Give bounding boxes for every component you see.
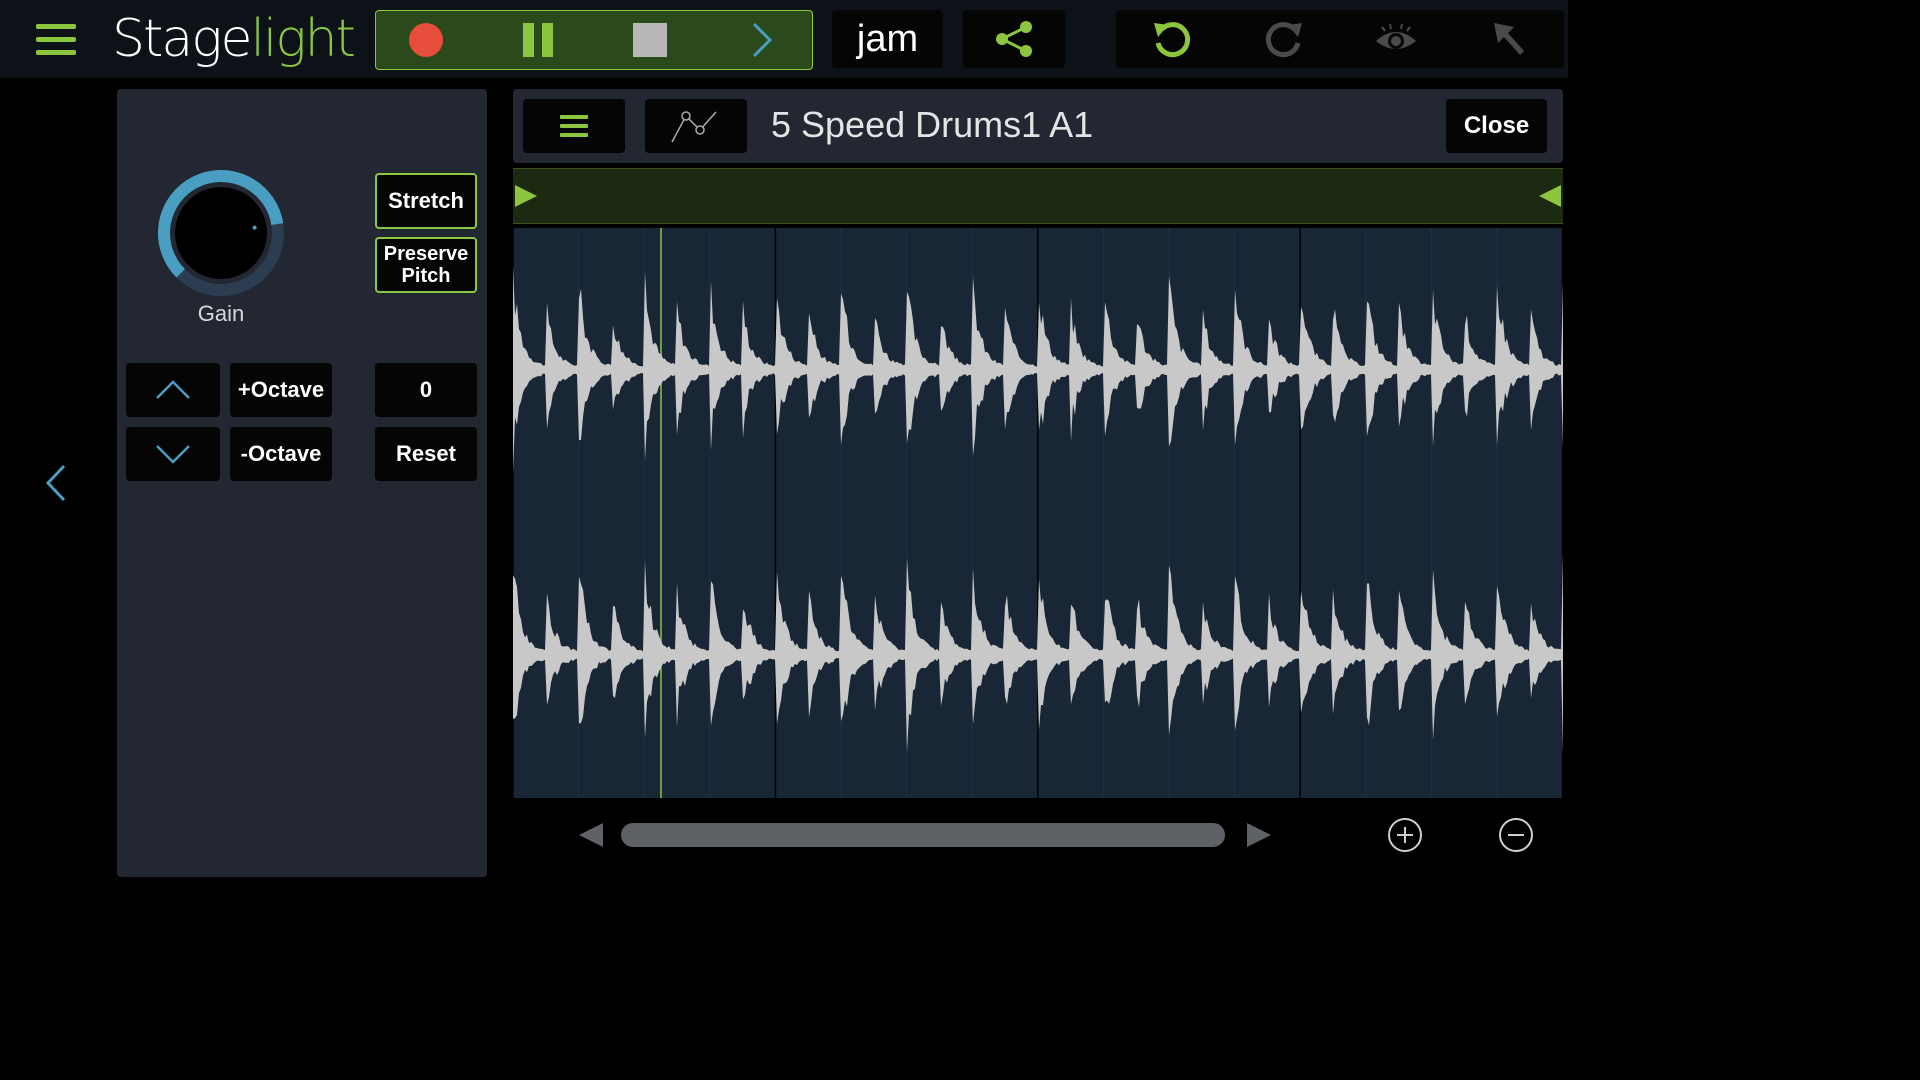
zoom-in-icon: [1388, 818, 1422, 852]
menu-icon: [36, 24, 76, 55]
loop-region-bar[interactable]: [513, 168, 1563, 224]
edit-tools: [1116, 10, 1564, 68]
menu-icon: [560, 115, 588, 137]
clip-editor-header: 5 Speed Drums1 A1 Close: [513, 89, 1563, 163]
jam-button[interactable]: jam: [832, 10, 943, 68]
collapse-panel-button[interactable]: [40, 460, 74, 506]
stop-icon: [633, 23, 667, 57]
horizontal-scrollbar-thumb[interactable]: [620, 823, 1226, 847]
loop-markers: [515, 185, 1561, 207]
pause-button[interactable]: [488, 11, 588, 69]
main-menu-button[interactable]: [30, 18, 82, 62]
select-tool-button[interactable]: [1452, 10, 1564, 68]
transport-controls: [375, 10, 813, 70]
eye-icon: [1376, 23, 1416, 49]
chevron-up-icon: [156, 380, 190, 399]
waveform-view[interactable]: [512, 228, 1564, 798]
clip-title: 5 Speed Drums1 A1: [771, 104, 1094, 145]
pitch-down-button[interactable]: [126, 427, 220, 481]
share-button[interactable]: [963, 10, 1065, 68]
chevron-right-icon: [752, 22, 773, 58]
plus-octave-button[interactable]: +Octave: [230, 363, 332, 417]
preserve-pitch-line2: Pitch: [401, 265, 451, 287]
zoom-out-button[interactable]: [1497, 816, 1535, 854]
stop-button[interactable]: [600, 11, 700, 69]
forward-button[interactable]: [712, 11, 812, 69]
zoom-in-button[interactable]: [1386, 816, 1424, 854]
record-icon: [409, 23, 443, 57]
view-button[interactable]: [1340, 10, 1452, 68]
minus-octave-button[interactable]: -Octave: [230, 427, 332, 481]
preserve-pitch-line1: Preserve: [383, 243, 469, 265]
app-logo: Stagelight: [112, 9, 356, 69]
cursor-arrow-icon: [1494, 23, 1524, 55]
chevron-down-icon: [156, 445, 190, 464]
redo-icon: [1265, 22, 1302, 58]
preserve-pitch-button[interactable]: Preserve Pitch: [375, 237, 477, 293]
gain-label: Gain: [197, 301, 245, 326]
triangle-left-icon: [579, 823, 603, 847]
waveform-svg: [512, 228, 1564, 798]
pitch-up-button[interactable]: [126, 363, 220, 417]
gain-knob-dial: [158, 170, 284, 296]
chevron-left-icon: [45, 464, 66, 502]
reset-pitch-button[interactable]: Reset: [375, 427, 477, 481]
close-editor-button[interactable]: Close: [1446, 99, 1547, 153]
gain-knob[interactable]: [157, 169, 285, 297]
clip-menu-button[interactable]: [523, 99, 625, 153]
scroll-left-button[interactable]: [577, 820, 605, 850]
redo-button[interactable]: [1228, 10, 1340, 68]
pitch-value-display: 0: [375, 363, 477, 417]
stretch-button[interactable]: Stretch: [375, 173, 477, 229]
pause-icon: [523, 23, 553, 57]
undo-icon: [1154, 22, 1191, 58]
loop-start-marker: [515, 185, 537, 207]
triangle-right-icon: [1247, 823, 1271, 847]
zoom-out-icon: [1499, 818, 1533, 852]
automation-button[interactable]: [645, 99, 747, 153]
undo-button[interactable]: [1116, 10, 1228, 68]
share-icon: [996, 21, 1032, 57]
record-button[interactable]: [376, 11, 476, 69]
scroll-right-button[interactable]: [1245, 820, 1273, 850]
loop-end-marker: [1539, 185, 1561, 207]
automation-curve-icon: [671, 111, 717, 143]
clip-settings-panel: Gain Stretch Preserve Pitch +Octave 0 -O…: [117, 89, 487, 877]
